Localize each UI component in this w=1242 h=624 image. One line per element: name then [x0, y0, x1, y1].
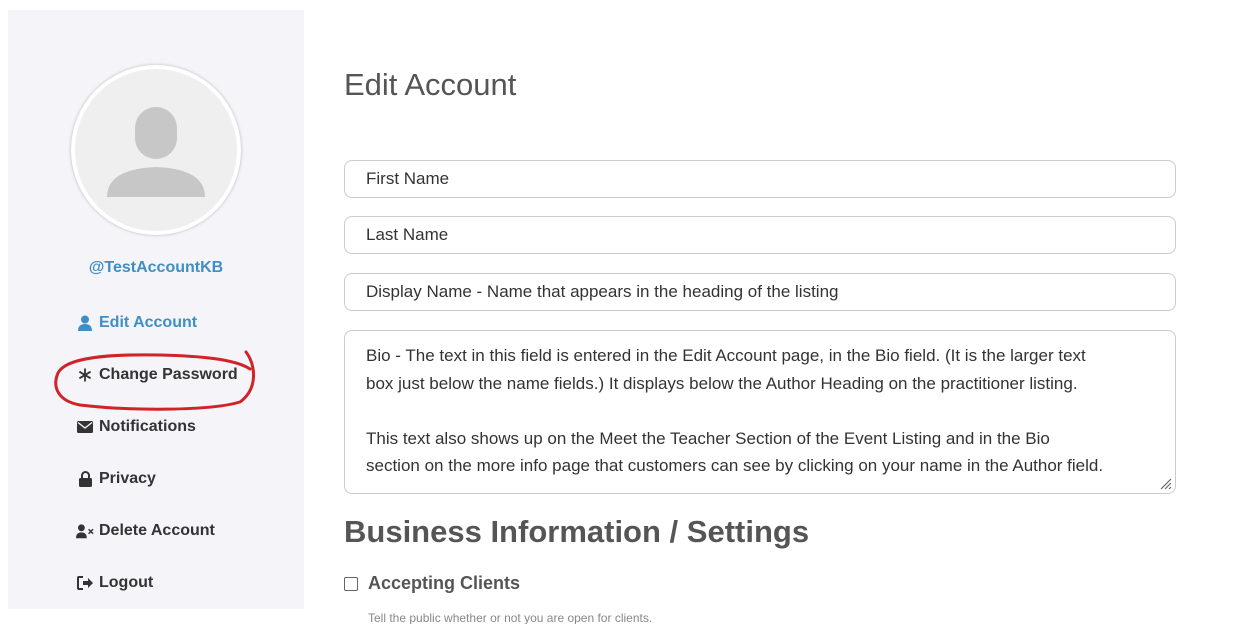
bio-textarea[interactable]: Bio - The text in this field is entered … [344, 330, 1176, 494]
asterisk-icon [76, 366, 94, 384]
accepting-clients-option[interactable]: Accepting Clients [344, 573, 520, 594]
page-title: Edit Account [344, 67, 517, 102]
profile-username[interactable]: @TestAccountKB [8, 259, 304, 277]
section-title: Business Information / Settings [344, 514, 810, 549]
accepting-clients-label[interactable]: Accepting Clients [368, 573, 520, 594]
accepting-clients-checkbox[interactable] [344, 576, 358, 591]
nav-logout[interactable]: Logout [76, 570, 153, 596]
nav-label: Notifications [99, 418, 196, 435]
bio-line: This text also shows up on the Meet the … [366, 428, 1050, 448]
avatar[interactable] [71, 65, 241, 235]
resize-handle-icon[interactable] [1158, 476, 1172, 490]
nav-label: Delete Account [99, 522, 215, 539]
display-name-value: Display Name - Name that appears in the … [366, 282, 839, 301]
avatar-placeholder [75, 69, 237, 231]
nav-label: Logout [99, 574, 154, 591]
user-icon [76, 314, 94, 332]
first-name-value: First Name [366, 169, 450, 188]
last-name-value: Last Name [366, 225, 449, 244]
envelope-icon [76, 418, 94, 436]
nav-edit-account[interactable]: Edit Account [76, 310, 197, 336]
default-user-icon [107, 107, 205, 197]
nav-change-password[interactable]: Change Password [76, 362, 238, 388]
logout-icon [76, 574, 94, 592]
nav-label: Change Password [99, 366, 238, 383]
lock-icon [76, 470, 94, 488]
nav-notifications[interactable]: Notifications [76, 414, 196, 440]
camera-icon[interactable] [75, 69, 91, 83]
nav-privacy[interactable]: Privacy [76, 466, 156, 492]
bio-line: box just below the name fields.) It disp… [366, 373, 1078, 393]
accepting-clients-help: Tell the public whether or not you are o… [368, 611, 653, 624]
nav-label: Edit Account [99, 314, 198, 331]
bio-line: section on the more info page that custo… [366, 456, 1104, 475]
nav-delete-account[interactable]: Delete Account [76, 518, 215, 544]
account-sidebar: @TestAccountKB Edit Account Change Passw… [8, 10, 304, 609]
user-remove-icon [76, 522, 94, 540]
display-name-input[interactable]: Display Name - Name that appears in the … [344, 273, 1176, 311]
nav-label: Privacy [99, 470, 156, 487]
bio-line: Bio - The text in this field is entered … [366, 346, 1086, 365]
first-name-input[interactable]: First Name [344, 160, 1176, 198]
last-name-input[interactable]: Last Name [344, 216, 1176, 254]
